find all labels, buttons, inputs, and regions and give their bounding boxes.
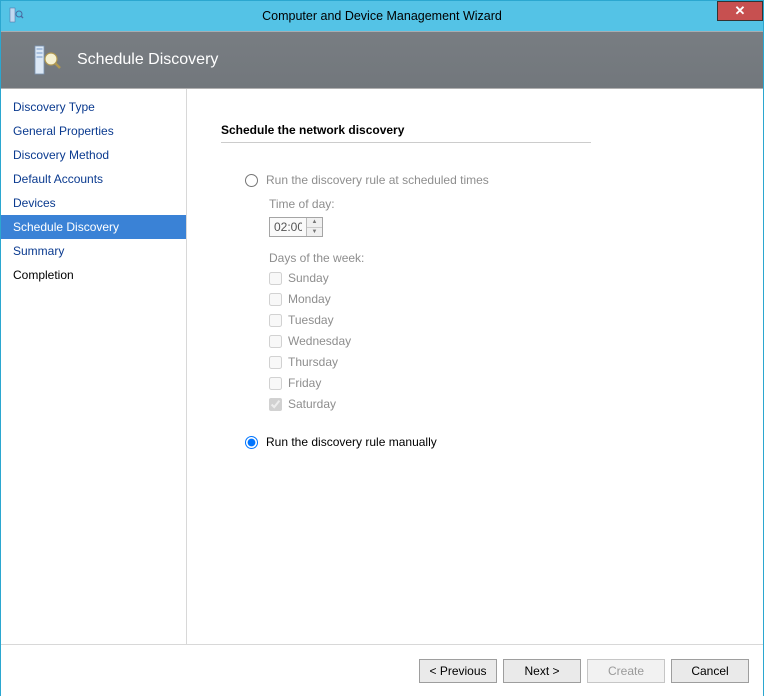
sidebar-item-discovery-method[interactable]: Discovery Method xyxy=(1,143,186,167)
checkbox-saturday[interactable] xyxy=(269,398,282,411)
checkbox-thursday-label: Thursday xyxy=(288,355,338,369)
next-button[interactable]: Next > xyxy=(503,659,581,683)
option-manual-group: Run the discovery rule manually xyxy=(245,435,723,449)
sidebar-item-schedule-discovery[interactable]: Schedule Discovery xyxy=(1,215,186,239)
radio-run-scheduled[interactable] xyxy=(245,174,258,187)
cancel-button[interactable]: Cancel xyxy=(671,659,749,683)
content-area: Discovery Type General Properties Discov… xyxy=(1,88,763,644)
option-scheduled-group: Run the discovery rule at scheduled time… xyxy=(245,173,723,411)
checkbox-friday-label: Friday xyxy=(288,376,321,390)
sidebar-item-general-properties[interactable]: General Properties xyxy=(1,119,186,143)
sidebar-item-discovery-type[interactable]: Discovery Type xyxy=(1,95,186,119)
checkbox-sunday-label: Sunday xyxy=(288,271,329,285)
time-of-day-label: Time of day: xyxy=(269,197,723,211)
main-panel: Schedule the network discovery Run the d… xyxy=(187,89,763,644)
sidebar-item-summary[interactable]: Summary xyxy=(1,239,186,263)
checkbox-friday[interactable] xyxy=(269,377,282,390)
sidebar-item-default-accounts[interactable]: Default Accounts xyxy=(1,167,186,191)
checkbox-sunday[interactable] xyxy=(269,272,282,285)
radio-run-scheduled-label: Run the discovery rule at scheduled time… xyxy=(266,173,489,187)
time-of-day-field[interactable]: ▲ ▼ xyxy=(269,217,323,237)
radio-run-manually-label: Run the discovery rule manually xyxy=(266,435,437,449)
sidebar-nav: Discovery Type General Properties Discov… xyxy=(1,89,187,644)
checkbox-wednesday-label: Wednesday xyxy=(288,334,351,348)
radio-run-manually[interactable] xyxy=(245,436,258,449)
checkbox-thursday[interactable] xyxy=(269,356,282,369)
section-title: Schedule the network discovery xyxy=(221,123,591,143)
close-button[interactable]: ✕ xyxy=(717,1,763,21)
sidebar-item-devices[interactable]: Devices xyxy=(1,191,186,215)
time-of-day-input[interactable] xyxy=(270,218,306,236)
checkbox-monday-label: Monday xyxy=(288,292,331,306)
window-title: Computer and Device Management Wizard xyxy=(1,9,763,23)
days-of-week-label: Days of the week: xyxy=(269,251,723,265)
checkbox-wednesday[interactable] xyxy=(269,335,282,348)
titlebar: Computer and Device Management Wizard ✕ xyxy=(1,1,763,31)
checkbox-tuesday-label: Tuesday xyxy=(288,313,334,327)
app-icon xyxy=(8,7,24,23)
footer-buttons: < Previous Next > Create Cancel xyxy=(1,644,763,696)
time-spinner-up[interactable]: ▲ xyxy=(307,218,322,228)
create-button[interactable]: Create xyxy=(587,659,665,683)
sidebar-item-completion[interactable]: Completion xyxy=(1,263,186,287)
previous-button[interactable]: < Previous xyxy=(419,659,497,683)
header-banner: Schedule Discovery xyxy=(1,31,763,88)
close-icon: ✕ xyxy=(735,3,746,19)
banner-title: Schedule Discovery xyxy=(77,51,218,69)
wizard-icon xyxy=(31,44,63,76)
checkbox-monday[interactable] xyxy=(269,293,282,306)
checkbox-saturday-label: Saturday xyxy=(288,397,336,411)
time-spinner-down[interactable]: ▼ xyxy=(307,228,322,237)
checkbox-tuesday[interactable] xyxy=(269,314,282,327)
